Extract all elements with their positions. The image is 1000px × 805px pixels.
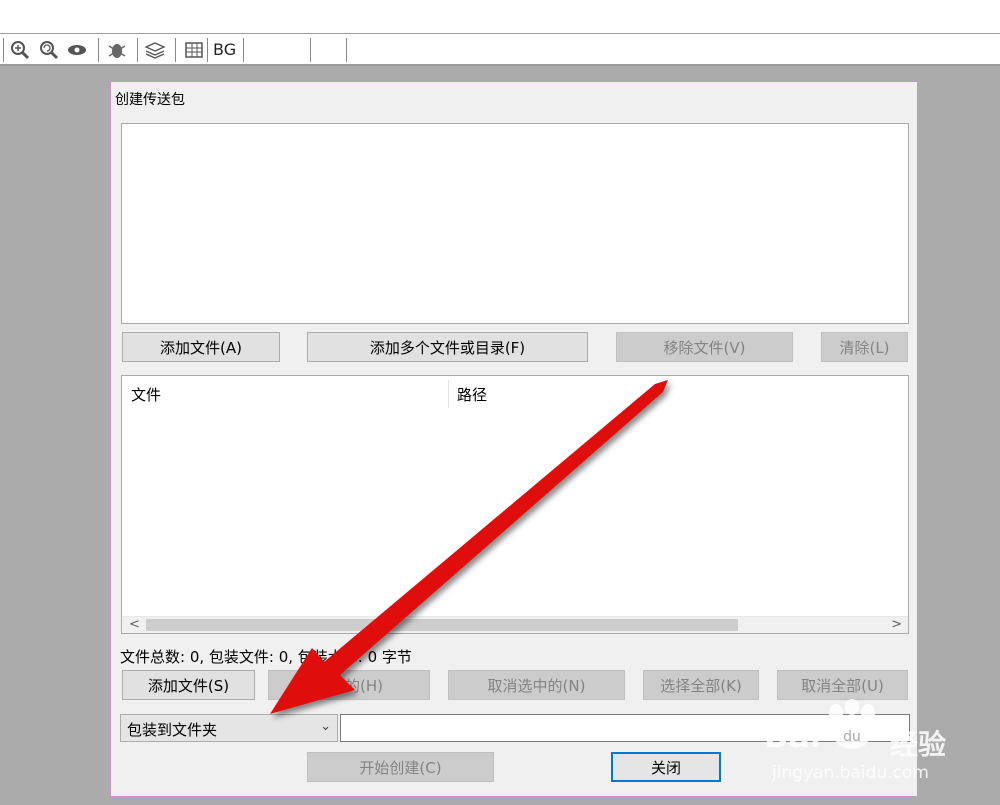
package-mode-value: 包装到文件夹	[127, 721, 218, 739]
toolbar-separator	[137, 38, 138, 62]
create-package-dialog: 创建传送包 添加文件(A) 添加多个文件或目录(F) 移除文件(V) 清除(L)…	[110, 81, 918, 797]
add-file-button[interactable]: 添加文件(A)	[122, 332, 280, 362]
chevron-down-icon[interactable]: ⌄	[320, 719, 331, 734]
deselect-button[interactable]: 取消选中的(N)	[448, 670, 625, 700]
remove-file-button[interactable]: 移除文件(V)	[616, 332, 793, 362]
toolbar-separator	[243, 38, 244, 62]
file-list-table[interactable]: 文件 路径 < >	[121, 375, 909, 634]
add-multiple-button[interactable]: 添加多个文件或目录(F)	[307, 332, 588, 362]
start-create-button[interactable]: 开始创建(C)	[307, 752, 494, 782]
toolbar-separator	[310, 38, 311, 62]
watermark-brand: Bai	[764, 717, 821, 755]
zoom-in-icon[interactable]	[9, 39, 31, 61]
selected-button[interactable]: 选中的(H)	[268, 670, 430, 700]
toolbar-separator	[346, 38, 347, 62]
package-mode-select[interactable]: 包装到文件夹 ⌄	[120, 714, 338, 742]
status-text: 文件总数: 0, 包装文件: 0, 包装大小: 0 字节	[120, 648, 412, 666]
watermark-cn: 经验	[890, 728, 947, 761]
column-header-path[interactable]: 路径	[457, 384, 487, 405]
bug-icon[interactable]	[106, 39, 128, 61]
bg-toggle[interactable]: BG	[213, 40, 236, 59]
add-file-s-button[interactable]: 添加文件(S)	[122, 670, 255, 700]
scroll-left-icon[interactable]: <	[129, 617, 140, 633]
toolbar-separator	[207, 38, 208, 62]
grid-icon[interactable]	[183, 39, 205, 61]
toolbar-separator	[98, 38, 99, 62]
svg-text:du: du	[843, 729, 861, 745]
file-preview-area[interactable]	[121, 123, 909, 324]
select-all-button[interactable]: 选择全部(K)	[643, 670, 759, 700]
horizontal-scrollbar[interactable]: < >	[122, 616, 908, 633]
column-header-file[interactable]: 文件	[131, 384, 161, 405]
clear-button[interactable]: 清除(L)	[821, 332, 908, 362]
paw-logo-icon: du	[829, 699, 875, 749]
close-button[interactable]: 关闭	[611, 752, 721, 782]
column-divider[interactable]	[448, 380, 449, 408]
dialog-title: 创建传送包	[115, 92, 185, 108]
layers-icon[interactable]	[144, 39, 166, 61]
toolbar: BG	[0, 33, 1000, 66]
baidu-watermark: du Bai 经验 jingyan.baidu.com	[764, 693, 984, 793]
toolbar-separator	[175, 38, 176, 62]
scroll-right-icon[interactable]: >	[891, 617, 902, 633]
top-area	[0, 0, 1000, 33]
toolbar-separator	[3, 38, 4, 62]
eye-icon[interactable]	[66, 39, 88, 61]
scroll-thumb[interactable]	[146, 619, 738, 631]
watermark-url: jingyan.baidu.com	[772, 763, 929, 783]
zoom-reset-icon[interactable]	[38, 39, 60, 61]
